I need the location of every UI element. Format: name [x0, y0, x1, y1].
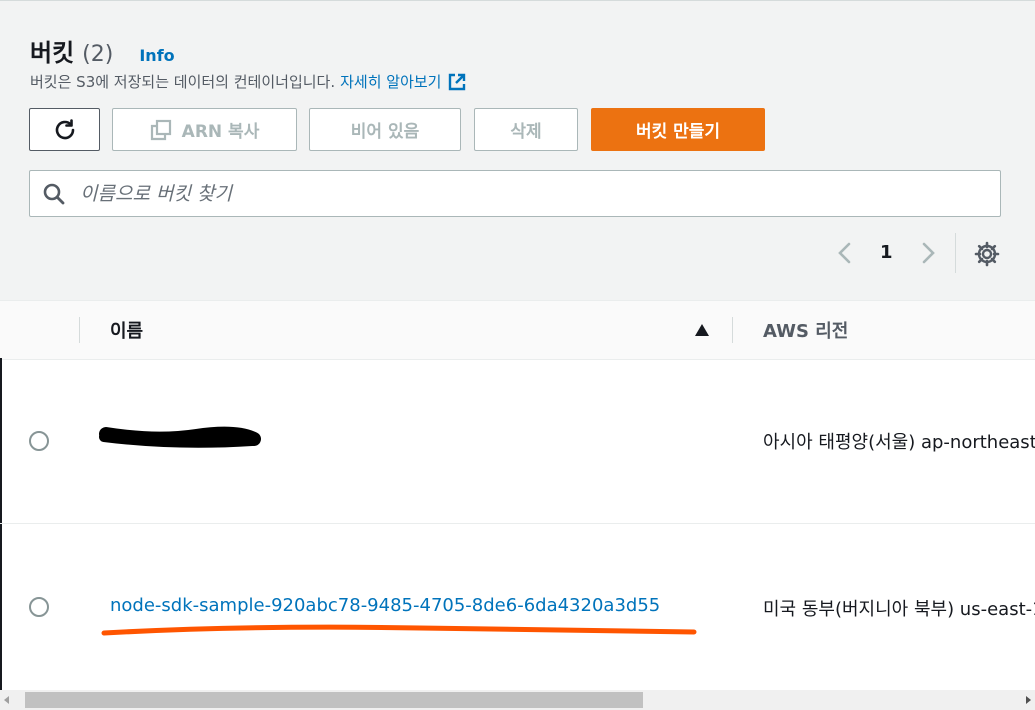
empty-bucket-button[interactable]: 비어 있음 — [309, 108, 461, 151]
delete-label: 삭제 — [510, 122, 542, 142]
horizontal-scrollbar[interactable] — [0, 690, 1035, 710]
scroll-right-icon[interactable] — [1023, 695, 1033, 705]
copy-arn-label: ARN 복사 — [181, 122, 260, 142]
column-divider — [732, 317, 733, 343]
pagination-divider — [955, 233, 956, 273]
search-icon — [43, 183, 65, 204]
table-row[interactable]: 아시아 태평양(서울) ap-northeast-2 — [0, 358, 1035, 524]
create-label: 버킷 만들기 — [635, 122, 721, 142]
table-row[interactable]: node-sdk-sample-920abc78-9485-4705-8de6-… — [0, 523, 1035, 690]
copy-icon — [150, 119, 171, 140]
page-description: 버킷은 S3에 저장되는 데이터의 컨테이너입니다. 자세히 알아보기 — [30, 71, 467, 92]
refresh-button[interactable] — [29, 108, 100, 151]
bucket-count: (2) — [82, 42, 114, 67]
region-cell: 미국 동부(버지니아 북부) us-east-1 — [763, 599, 1035, 620]
empty-label: 비어 있음 — [350, 122, 420, 142]
scroll-left-icon[interactable] — [2, 695, 12, 705]
scrollbar-thumb[interactable] — [25, 692, 643, 708]
external-link-icon[interactable] — [447, 72, 467, 92]
redaction-mark — [99, 426, 261, 448]
row-select-radio[interactable] — [29, 597, 49, 617]
column-header-name[interactable]: 이름 — [110, 317, 143, 343]
chevron-right-icon[interactable] — [918, 241, 938, 265]
delete-button[interactable]: 삭제 — [474, 108, 578, 151]
table-header: 이름 AWS 리전 — [0, 300, 1035, 360]
create-bucket-button[interactable]: 버킷 만들기 — [591, 108, 765, 151]
region-cell: 아시아 태평양(서울) ap-northeast-2 — [763, 432, 1035, 453]
info-link[interactable]: Info — [139, 46, 174, 65]
title-row: 버킷 (2) Info — [30, 33, 175, 68]
column-divider — [79, 317, 80, 343]
sort-ascending-icon[interactable] — [694, 323, 710, 337]
bucket-name-link[interactable]: node-sdk-sample-920abc78-9485-4705-8de6-… — [110, 595, 660, 616]
bucket-header-panel: 버킷 (2) Info 버킷은 S3에 저장되는 데이터의 컨테이너입니다. 자… — [0, 0, 1035, 301]
page-title: 버킷 — [30, 39, 75, 67]
search-input[interactable] — [78, 181, 982, 206]
description-text: 버킷은 S3에 저장되는 데이터의 컨테이너입니다. — [30, 73, 336, 91]
chevron-left-icon[interactable] — [835, 241, 855, 265]
row-select-radio[interactable] — [29, 431, 49, 451]
annotation-underline — [101, 624, 697, 636]
search-box[interactable] — [29, 170, 1001, 217]
learn-more-link[interactable]: 자세히 알아보기 — [340, 71, 441, 92]
gear-icon[interactable] — [974, 241, 1000, 267]
column-header-region[interactable]: AWS 리전 — [763, 317, 848, 343]
copy-arn-button[interactable]: ARN 복사 — [112, 108, 297, 151]
current-page[interactable]: 1 — [880, 242, 893, 263]
refresh-icon — [55, 118, 74, 139]
